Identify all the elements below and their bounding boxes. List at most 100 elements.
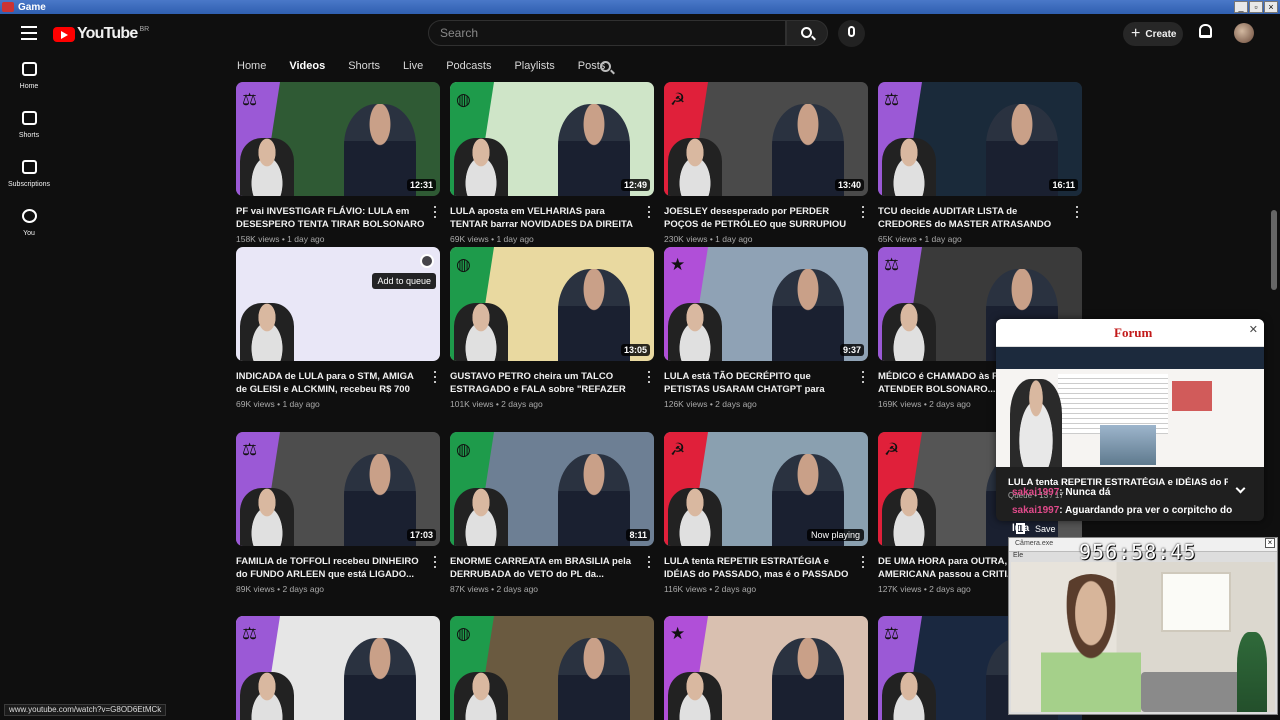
video-meta: 87K views • 2 days ago	[450, 584, 539, 594]
scales-icon: ⚖	[242, 440, 258, 459]
globe-icon: ◍	[456, 90, 471, 109]
masthead: YouTube BR + Create	[0, 14, 1270, 52]
video-card[interactable]: ☭ Now playing LULA tenta REPETIR ESTRATÉGI…	[664, 432, 868, 594]
video-card[interactable]: ◍ 13:05 GUSTAVO PETRO cheira um TALCO ESTR…	[450, 247, 654, 409]
more-options-icon[interactable]	[644, 555, 654, 569]
video-title[interactable]: FAMILIA de TOFFOLI recebeu DINHEIRO do F…	[236, 555, 426, 581]
more-options-icon[interactable]	[858, 205, 868, 219]
more-options-icon[interactable]	[858, 370, 868, 384]
more-options-icon[interactable]	[430, 205, 440, 219]
video-title[interactable]: LULA tenta REPETIR ESTRATÉGIA e IDÉIAS d…	[664, 555, 854, 581]
globe-icon: ◍	[456, 440, 471, 459]
video-title[interactable]: PF vai INVESTIGAR FLÁVIO: LULA em DESESP…	[236, 205, 426, 231]
search-icon	[801, 27, 812, 38]
search-input[interactable]	[429, 21, 785, 45]
create-button[interactable]: + Create	[1123, 22, 1183, 46]
home-icon	[21, 62, 37, 76]
save-button[interactable]: Save	[1016, 523, 1056, 534]
thumbnail-subject	[344, 638, 416, 720]
channel-search-icon[interactable]	[600, 61, 611, 72]
article-photo	[1100, 425, 1156, 465]
presenter	[668, 672, 722, 720]
video-title[interactable]: INDICADA de LULA para o STM, AMIGA de GL…	[236, 370, 426, 396]
tab-podcasts[interactable]: Podcasts	[446, 56, 491, 80]
video-card[interactable]: ⚖ 17:03 FAMILIA de TOFFOLI recebeu DINHEIR…	[236, 432, 440, 594]
video-thumbnail[interactable]: ★	[664, 616, 868, 720]
video-card[interactable]: ⚖ 16:11 TCU decide AUDITAR LISTA de CREDOR…	[878, 82, 1082, 244]
video-card[interactable]: Add to queue INDICADA de LULA para o STM,…	[236, 247, 440, 409]
video-thumbnail[interactable]: ◍ 13:05	[450, 247, 654, 361]
menu-icon[interactable]	[21, 26, 37, 40]
video-thumbnail[interactable]: ⚖ 16:11	[878, 82, 1082, 196]
search-button[interactable]	[786, 20, 828, 46]
tab-videos[interactable]: Videos	[289, 56, 325, 80]
tab-home[interactable]: Home	[237, 56, 266, 80]
chat-user: sakai1997	[1012, 505, 1060, 516]
video-card[interactable]: ◍ 8:11 ENORME CARREATA em BRASILIA pela DE…	[450, 432, 654, 594]
thumbnail-subject	[772, 638, 844, 720]
tab-live[interactable]: Live	[403, 56, 423, 80]
stream-timer: 956:58:45	[1079, 540, 1197, 564]
chat-text: : Nunca dá	[1059, 487, 1111, 498]
video-thumbnail[interactable]: ★ 9:37	[664, 247, 868, 361]
tab-playlists[interactable]: Playlists	[514, 56, 554, 80]
thumbnail-subject	[986, 104, 1058, 196]
video-thumbnail[interactable]: Add to queue	[236, 247, 440, 361]
video-card[interactable]: ☭ 13:40 JOESLEY desesperado por PERDER POÇ…	[664, 82, 868, 244]
video-thumbnail[interactable]: ⚖ 17:03	[236, 432, 440, 546]
video-title[interactable]: LULA está TÃO DECRÉPITO que PETISTAS USA…	[664, 370, 854, 396]
minimize-icon[interactable]: _	[1234, 1, 1248, 13]
avatar[interactable]	[1234, 23, 1254, 43]
background-plant	[1237, 632, 1267, 712]
close-icon[interactable]: ×	[1264, 1, 1278, 13]
presenter	[240, 303, 294, 361]
video-card[interactable]: ⚖ 12:31 PF vai INVESTIGAR FLÁVIO: LULA em …	[236, 82, 440, 244]
camera-title: Câmera.exe	[1015, 540, 1054, 547]
duration-badge: 13:40	[834, 179, 864, 191]
video-thumbnail[interactable]: ◍	[450, 616, 654, 720]
youtube-play-icon	[53, 26, 75, 42]
video-thumbnail[interactable]: ☭ Now playing	[664, 432, 868, 546]
article-sidebar	[1172, 381, 1212, 411]
video-card[interactable]: ⚖	[236, 616, 440, 720]
video-thumbnail[interactable]: ⚖	[236, 616, 440, 720]
miniplayer-video[interactable]: Forum ✕	[996, 319, 1264, 467]
video-card[interactable]: ★ 9:37 LULA está TÃO DECRÉPITO que PETISTA…	[664, 247, 868, 409]
video-title[interactable]: LULA aposta em VELHARIAS para TENTAR bar…	[450, 205, 640, 231]
thumbnail-subject	[558, 638, 630, 720]
video-title[interactable]: TCU decide AUDITAR LISTA de CREDORES do …	[878, 205, 1068, 231]
watch-later-icon[interactable]	[420, 254, 434, 268]
scrollbar-thumb[interactable]	[1271, 210, 1277, 290]
more-options-icon[interactable]	[858, 555, 868, 569]
video-thumbnail[interactable]: ☭ 13:40	[664, 82, 868, 196]
restore-icon[interactable]: ▫	[1249, 1, 1263, 13]
more-options-icon[interactable]	[644, 370, 654, 384]
more-options-icon[interactable]	[644, 205, 654, 219]
video-title[interactable]: JOESLEY desesperado por PERDER POÇOS de …	[664, 205, 854, 231]
screen: Game _ ▫ × YouTube BR + Create Home	[0, 0, 1280, 720]
more-options-icon[interactable]	[430, 370, 440, 384]
video-title[interactable]: GUSTAVO PETRO cheira um TALCO ESTRAGADO …	[450, 370, 640, 396]
scales-icon: ⚖	[884, 255, 900, 274]
close-icon[interactable]: ✕	[1249, 323, 1258, 336]
video-thumbnail[interactable]: ⚖ 12:31	[236, 82, 440, 196]
close-icon[interactable]: ×	[1265, 538, 1275, 548]
video-card[interactable]: ◍	[450, 616, 654, 720]
video-thumbnail[interactable]: ◍ 8:11	[450, 432, 654, 546]
more-options-icon[interactable]	[430, 555, 440, 569]
tab-shorts[interactable]: Shorts	[348, 56, 380, 80]
os-title-bar: Game _ ▫ ×	[0, 0, 1280, 14]
chat-message: sakai1997: Aguardando pra ver o corpitch…	[1012, 502, 1272, 520]
video-title[interactable]: ENORME CARREATA em BRASILIA pela DERRUBA…	[450, 555, 640, 581]
video-thumbnail[interactable]: ◍ 12:49	[450, 82, 654, 196]
more-options-icon[interactable]	[1072, 205, 1082, 219]
notifications-bell-icon[interactable]	[1199, 24, 1212, 38]
video-card[interactable]: ★	[664, 616, 868, 720]
globe-icon: ◍	[456, 255, 471, 274]
voice-search-button[interactable]	[838, 20, 865, 47]
video-meta: 65K views • 1 day ago	[878, 234, 962, 244]
video-card[interactable]: ◍ 12:49 LULA aposta em VELHARIAS para TENT…	[450, 82, 654, 244]
duration-badge: 13:05	[620, 344, 650, 356]
youtube-logo[interactable]: YouTube BR	[53, 25, 149, 43]
thumbnail-subject	[558, 269, 630, 361]
